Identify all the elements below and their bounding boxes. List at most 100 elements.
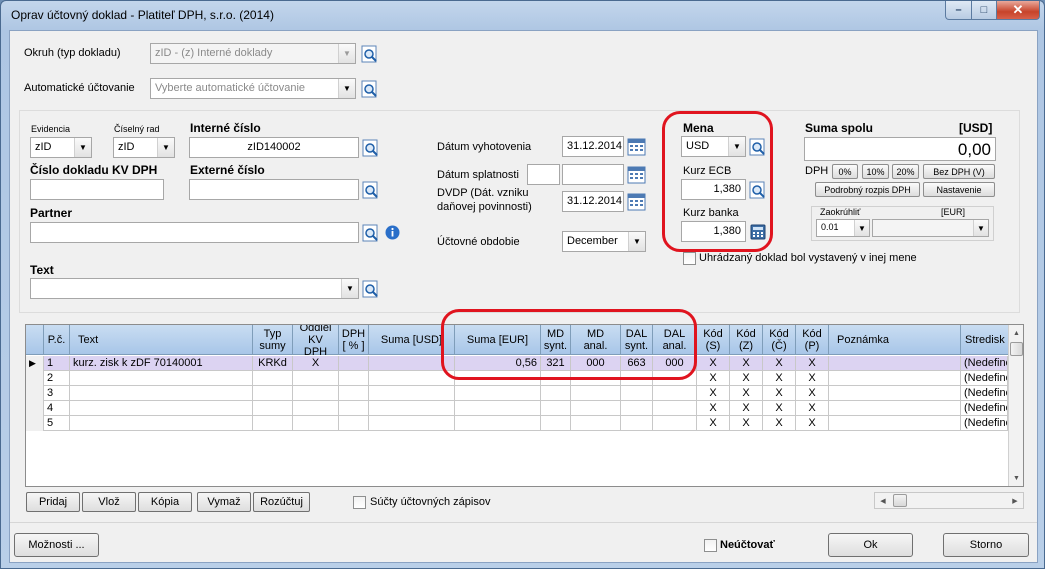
- cell-typ[interactable]: [253, 371, 293, 386]
- cell-typ[interactable]: [253, 386, 293, 401]
- cell-poznamka[interactable]: [829, 416, 961, 431]
- pridaj-button[interactable]: Pridaj: [26, 492, 80, 512]
- cell-kod-c[interactable]: X: [763, 416, 796, 431]
- dvdp-field[interactable]: 31.12.2014: [562, 191, 624, 212]
- header-dph[interactable]: DPH [ % ]: [339, 325, 369, 355]
- table-row[interactable]: 5 X X X X (Nedefino: [26, 416, 1008, 431]
- cell-text[interactable]: [70, 401, 253, 416]
- cell-kod-c[interactable]: X: [763, 356, 796, 371]
- cell-dal-anal[interactable]: [653, 386, 697, 401]
- cell-kod-p[interactable]: X: [796, 401, 829, 416]
- header-text[interactable]: Text: [70, 325, 253, 355]
- scroll-thumb[interactable]: [1010, 342, 1023, 356]
- cell-text[interactable]: kurz. zisk k zDF 70140001: [70, 356, 253, 371]
- header-kod-c[interactable]: Kód (Č): [763, 325, 796, 355]
- calendar-icon[interactable]: [627, 137, 646, 156]
- cell-kod-z[interactable]: X: [730, 416, 763, 431]
- cell-pc[interactable]: 3: [44, 386, 70, 401]
- cell-poznamka[interactable]: [829, 401, 961, 416]
- cell-md-anal[interactable]: [571, 386, 621, 401]
- podrobny-rozpis-button[interactable]: Podrobný rozpis DPH: [815, 182, 920, 197]
- cell-kod-c[interactable]: X: [763, 386, 796, 401]
- cell-suma-eur[interactable]: [455, 416, 541, 431]
- lookup-icon[interactable]: [361, 45, 379, 63]
- cell-typ[interactable]: [253, 416, 293, 431]
- externe-cislo-field[interactable]: [189, 179, 359, 200]
- cell-suma-eur[interactable]: [455, 401, 541, 416]
- title-bar[interactable]: Oprav účtovný doklad - Platiteľ DPH, s.r…: [1, 1, 1044, 29]
- bez-dph-button[interactable]: Bez DPH (V): [923, 164, 995, 179]
- vloz-button[interactable]: Vlož: [82, 492, 136, 512]
- header-kod-s[interactable]: Kód (S): [697, 325, 730, 355]
- header-oddiel[interactable]: Oddiel KV DPH: [293, 325, 339, 358]
- datum-vyhotovenia-field[interactable]: 31.12.2014: [562, 136, 624, 157]
- cell-kod-s[interactable]: X: [697, 386, 730, 401]
- cell-kod-s[interactable]: X: [697, 401, 730, 416]
- calendar-icon[interactable]: [627, 165, 646, 184]
- scroll-left-icon[interactable]: ◀: [875, 493, 891, 508]
- datum-splatnosti-field[interactable]: [562, 164, 624, 185]
- cell-pc[interactable]: 4: [44, 401, 70, 416]
- cell-kod-s[interactable]: X: [697, 416, 730, 431]
- cell-dal-anal[interactable]: [653, 401, 697, 416]
- cell-dal-synt[interactable]: [621, 401, 653, 416]
- cell-md-synt[interactable]: [541, 401, 571, 416]
- cell-suma-eur[interactable]: [455, 386, 541, 401]
- sucty-checkbox[interactable]: [353, 496, 366, 509]
- cell-poznamka[interactable]: [829, 386, 961, 401]
- storno-button[interactable]: Storno: [943, 533, 1029, 557]
- hscroll-thumb[interactable]: [893, 494, 907, 507]
- cell-pc[interactable]: 1: [44, 356, 70, 371]
- cell-stredisko[interactable]: (Nedefino: [961, 371, 1008, 386]
- cell-kod-c[interactable]: X: [763, 401, 796, 416]
- okruh-select[interactable]: zID - (z) Interné doklady ▼: [150, 43, 356, 64]
- partner-field[interactable]: [30, 222, 359, 243]
- cell-stredisko[interactable]: (Nedefino: [961, 386, 1008, 401]
- cell-md-anal[interactable]: [571, 401, 621, 416]
- row-indicator[interactable]: [26, 416, 44, 431]
- ciselny-rad-select[interactable]: zID ▼: [113, 137, 175, 158]
- rozuctuj-button[interactable]: Rozúčtuj: [253, 492, 310, 512]
- eur-select[interactable]: ▼: [872, 219, 989, 237]
- table-row[interactable]: 3 X X X X (Nedefino: [26, 386, 1008, 401]
- cell-dal-synt[interactable]: [621, 416, 653, 431]
- cell-kod-z[interactable]: X: [730, 371, 763, 386]
- ina-mena-checkbox[interactable]: [683, 252, 696, 265]
- cell-suma-usd[interactable]: [369, 416, 455, 431]
- neuctovat-checkbox[interactable]: [704, 539, 717, 552]
- header-stredisko[interactable]: Stredisk: [961, 325, 1008, 355]
- header-kod-p[interactable]: Kód (P): [796, 325, 829, 355]
- vymaz-button[interactable]: Vymaž: [197, 492, 251, 512]
- cell-md-anal[interactable]: [571, 416, 621, 431]
- cell-kod-c[interactable]: X: [763, 371, 796, 386]
- ok-button[interactable]: Ok: [828, 533, 913, 557]
- table-row[interactable]: 4 X X X X (Nedefino: [26, 401, 1008, 416]
- cell-suma-usd[interactable]: [369, 386, 455, 401]
- row-indicator[interactable]: [26, 371, 44, 386]
- cell-stredisko[interactable]: (Nedefino: [961, 401, 1008, 416]
- cell-text[interactable]: [70, 371, 253, 386]
- cell-oddiel[interactable]: [293, 386, 339, 401]
- close-button[interactable]: ✕: [996, 1, 1040, 20]
- cell-typ[interactable]: [253, 401, 293, 416]
- cell-kod-s[interactable]: X: [697, 371, 730, 386]
- cell-kod-s[interactable]: X: [697, 356, 730, 371]
- cell-kod-z[interactable]: X: [730, 401, 763, 416]
- cell-oddiel[interactable]: [293, 371, 339, 386]
- lookup-icon[interactable]: [362, 224, 380, 242]
- header-poznamka[interactable]: Poznámka: [829, 325, 961, 355]
- cell-kod-p[interactable]: X: [796, 371, 829, 386]
- cell-kod-p[interactable]: X: [796, 416, 829, 431]
- cell-dph[interactable]: [339, 371, 369, 386]
- row-indicator[interactable]: [26, 386, 44, 401]
- text-select[interactable]: ▼: [30, 278, 359, 299]
- cell-pc[interactable]: 5: [44, 416, 70, 431]
- splatnost-days-field[interactable]: [527, 164, 560, 185]
- lookup-icon[interactable]: [362, 139, 380, 157]
- cell-md-synt[interactable]: [541, 416, 571, 431]
- cell-kod-p[interactable]: X: [796, 356, 829, 371]
- row-indicator[interactable]: [26, 401, 44, 416]
- cell-typ[interactable]: KRKd: [253, 356, 293, 371]
- cell-md-synt[interactable]: [541, 386, 571, 401]
- cell-oddiel[interactable]: [293, 416, 339, 431]
